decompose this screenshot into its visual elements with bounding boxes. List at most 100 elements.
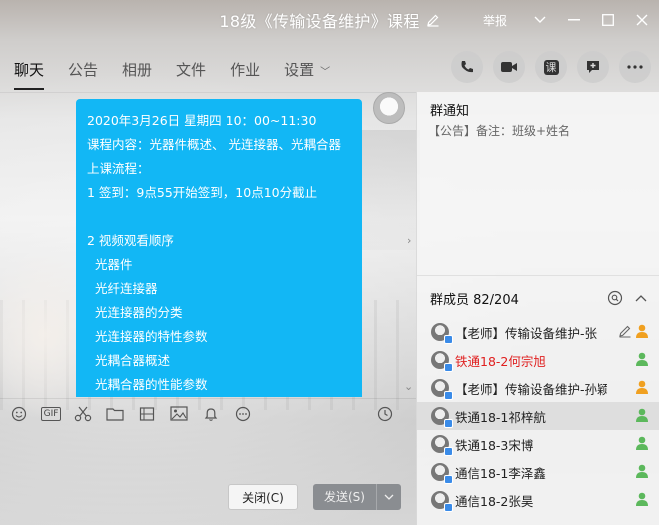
scissors-icon[interactable] (72, 403, 94, 425)
member-row[interactable]: 通信18-1李泽鑫 (417, 458, 659, 486)
tab-album[interactable]: 相册 (122, 48, 152, 92)
tab-settings-label: 设置 (284, 61, 315, 79)
member-search-icon[interactable] (607, 290, 623, 306)
device-badge-icon (444, 475, 453, 484)
member-row[interactable]: 铁通18-3宋博 (417, 430, 659, 458)
member-collapse-icon[interactable] (633, 290, 649, 306)
send-options-dropdown-icon[interactable] (377, 492, 401, 503)
member-avatar[interactable] (431, 323, 453, 344)
member-name: 通信18-2张昊 (455, 493, 534, 509)
member-avatar[interactable] (431, 379, 453, 400)
member-name: 【老师】传输设备维护-张 (455, 325, 598, 341)
device-badge-icon (444, 391, 453, 400)
video-icon[interactable] (493, 51, 525, 83)
collapse-panel-icon[interactable]: › (407, 234, 411, 247)
group-info-panel: 群通知 【公告】备注：班级+姓名 群成员 82/204 【老师】传输设备维护-张… (416, 92, 659, 525)
bell-icon[interactable] (200, 403, 222, 425)
message-line (87, 205, 352, 229)
send-button[interactable]: 发送(S) (313, 484, 401, 510)
member-name: 【老师】传输设备维护-孙颖 (455, 381, 607, 397)
admin-role-icon (636, 380, 648, 394)
member-role-icon (636, 352, 648, 366)
phone-icon[interactable] (451, 51, 483, 83)
admin-role-icon (636, 324, 648, 338)
image-file-icon[interactable] (136, 403, 158, 425)
member-avatar[interactable] (431, 407, 453, 428)
member-name: 铁通18-1祁梓航 (455, 409, 546, 425)
more-tools-icon[interactable] (232, 403, 254, 425)
member-list: 【老师】传输设备维护-张 铁通18-2何宗旭【老师】传输设备维护-孙颖 铁通18-1… (417, 318, 659, 514)
chevron-down-icon: ﹀ (320, 67, 331, 78)
member-row[interactable]: 【老师】传输设备维护-孙颖 (417, 374, 659, 402)
emoji-icon[interactable] (8, 403, 30, 425)
message-line: 2 视频观看顺序 (87, 233, 174, 248)
member-row[interactable]: 铁通18-1祁梓航 (417, 402, 659, 430)
chat-message-area[interactable]: 2020年3月26日 星期四 10：00~11:30 课程内容：光器件概述、 光连… (0, 92, 416, 397)
member-name: 铁通18-3宋博 (455, 437, 534, 453)
message-bubble[interactable]: 2020年3月26日 星期四 10：00~11:30 课程内容：光器件概述、 光连… (76, 99, 362, 397)
message-line: 光耦合器的性能参数 (87, 377, 208, 392)
member-avatar[interactable] (431, 463, 453, 484)
dropdown-icon[interactable] (523, 0, 557, 40)
class-icon-label: 课 (543, 59, 559, 75)
folder-icon[interactable] (104, 403, 126, 425)
tab-homework[interactable]: 作业 (230, 48, 260, 92)
device-badge-icon (444, 503, 453, 512)
message-line: 课程内容：光器件概述、 光连接器、光耦合器 (87, 137, 341, 152)
group-members-title: 群成员 82/204 (430, 293, 519, 308)
scroll-down-icon[interactable]: ⌄ (404, 380, 413, 393)
device-badge-icon (444, 363, 453, 372)
panel-divider (417, 275, 659, 276)
gif-icon[interactable]: GIF (40, 403, 62, 425)
gif-icon-label: GIF (40, 406, 62, 421)
top-action-icons: 课 (441, 51, 651, 83)
member-role-icon (636, 464, 648, 478)
device-badge-icon (444, 335, 453, 344)
member-row[interactable]: 铁通18-2何宗旭 (417, 346, 659, 374)
image-icon[interactable] (168, 403, 190, 425)
close-button[interactable]: 关闭(C) (228, 484, 298, 510)
send-button-label[interactable]: 发送(S) (313, 484, 377, 510)
group-notice-text[interactable]: 【公告】备注：班级+姓名 (428, 122, 570, 139)
more-icon[interactable] (619, 51, 651, 83)
member-role-icon (636, 408, 648, 422)
device-badge-icon (444, 419, 453, 428)
history-icon[interactable] (374, 403, 396, 425)
app-add-icon[interactable] (577, 51, 609, 83)
member-row[interactable]: 通信18-2张昊 (417, 486, 659, 514)
group-notice-title[interactable]: 群通知 (430, 100, 469, 119)
device-badge-icon (444, 447, 453, 456)
member-avatar[interactable] (431, 491, 453, 512)
tab-chat[interactable]: 聊天 (14, 48, 45, 92)
message-line: 光器件 (87, 257, 133, 272)
member-avatar[interactable] (431, 351, 453, 372)
tab-files[interactable]: 文件 (176, 48, 206, 92)
edit-title-icon[interactable] (426, 13, 440, 27)
input-toolbar: GIF (0, 398, 416, 428)
message-line: 光连接器的特性参数 (87, 329, 208, 344)
member-name: 铁通18-2何宗旭 (455, 353, 546, 369)
message-line: 光耦合器概述 (87, 353, 170, 368)
member-role-icon (636, 492, 648, 506)
title-bar: 18级《传输设备维护》课程 举报 (0, 0, 659, 40)
tab-bar: 聊天 公告 相册 文件 作业 设置 ﹀ (0, 48, 420, 92)
member-role-icon (636, 436, 648, 450)
member-actions (597, 290, 649, 306)
sender-avatar[interactable] (373, 92, 405, 124)
member-avatar[interactable] (431, 435, 453, 456)
class-icon[interactable]: 课 (535, 51, 567, 83)
close-icon[interactable] (625, 0, 659, 40)
tab-settings[interactable]: 设置 ﹀ (284, 48, 330, 92)
report-button[interactable]: 举报 (483, 12, 507, 29)
message-line: 上课流程： (87, 161, 150, 176)
member-name: 通信18-1李泽鑫 (455, 465, 546, 481)
message-line: 1 签到：9点55开始签到，10点10分截止 (87, 185, 318, 200)
minimize-icon[interactable] (557, 0, 591, 40)
maximize-icon[interactable] (591, 0, 625, 40)
tab-announcement[interactable]: 公告 (68, 48, 98, 92)
window-title: 18级《传输设备维护》课程 (219, 12, 420, 31)
message-line: 光纤连接器 (87, 281, 158, 296)
member-row[interactable]: 【老师】传输设备维护-张 (417, 318, 659, 346)
message-line: 光连接器的分类 (87, 305, 183, 320)
edit-member-icon[interactable] (618, 324, 632, 338)
